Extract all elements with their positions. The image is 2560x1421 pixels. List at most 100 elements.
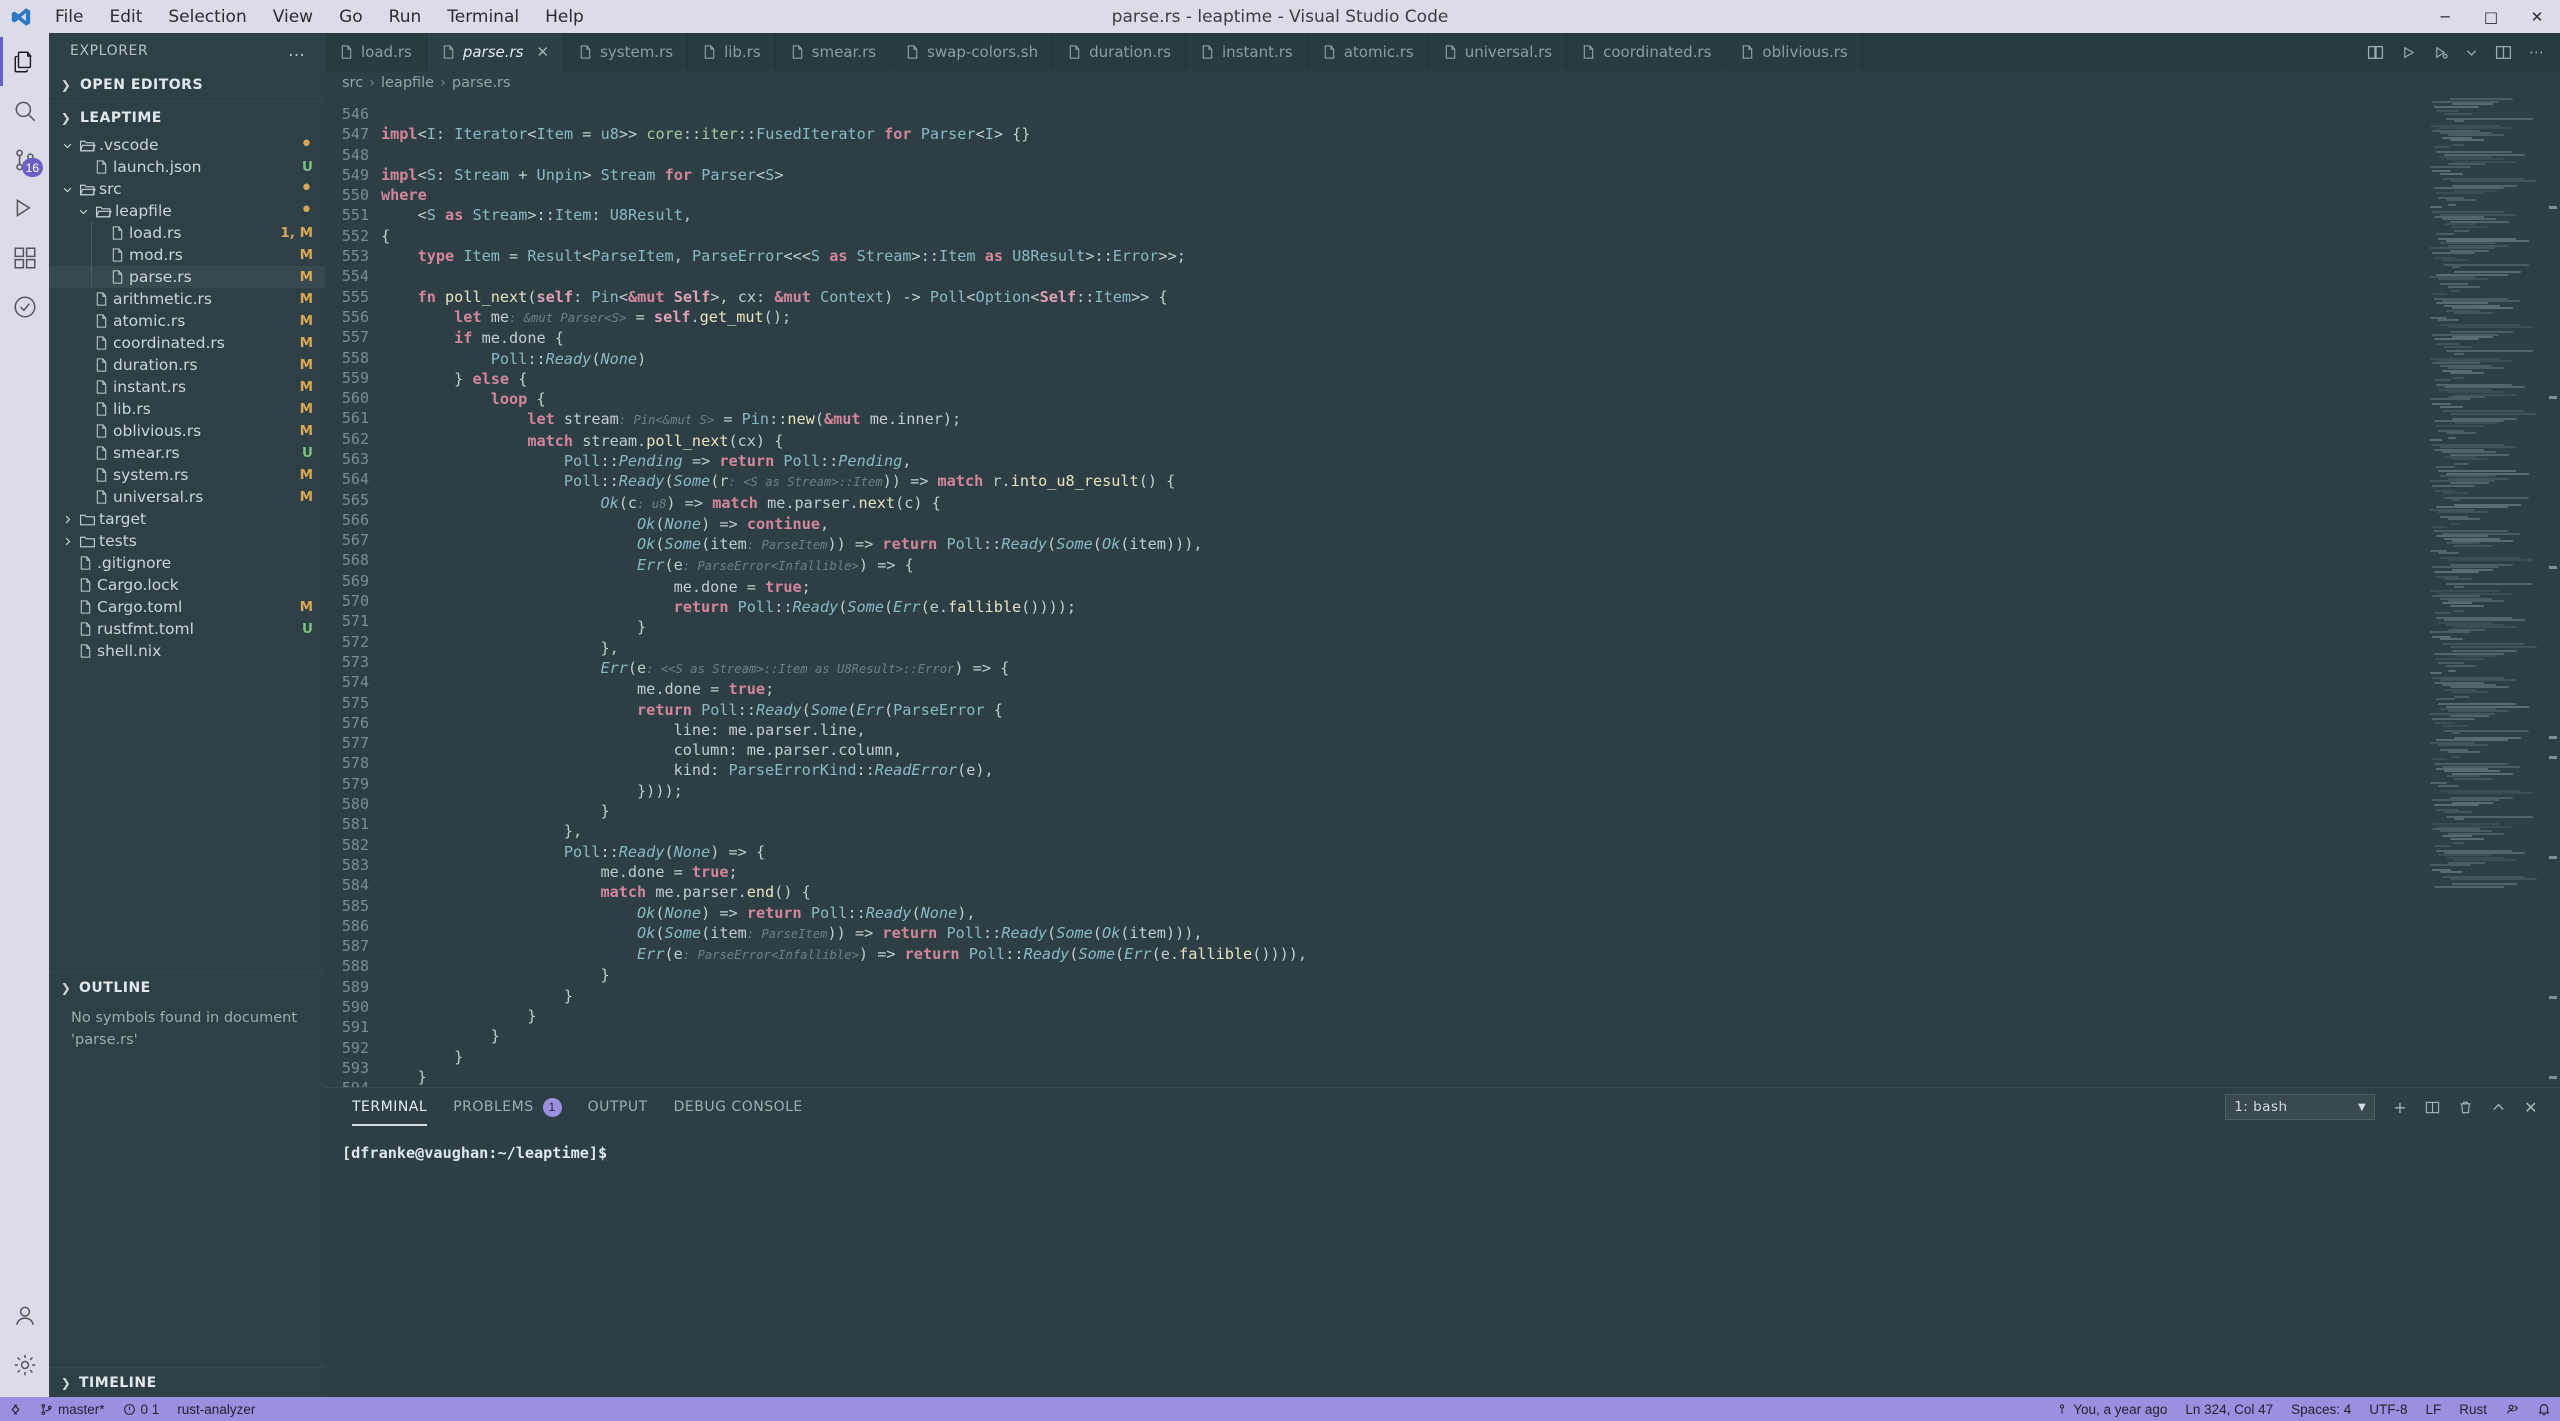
status-feedback-icon[interactable] [2496,1397,2528,1421]
status-indentation[interactable]: Spaces: 4 [2282,1397,2360,1421]
tree-item-leapfile[interactable]: leapfile • [49,200,325,222]
menu-terminal[interactable]: Terminal [434,4,532,30]
status-encoding[interactable]: UTF-8 [2360,1397,2416,1421]
window-controls[interactable]: ─ □ ✕ [2422,0,2560,33]
editor-scrollbar[interactable] [2546,96,2560,1087]
activity-accounts-icon[interactable] [0,1291,49,1340]
open-editors-section[interactable]: ❯ OPEN EDITORS [49,69,325,101]
status-eol[interactable]: LF [2416,1397,2450,1421]
tree-item-cargo-lock[interactable]: Cargo.lock [49,574,325,596]
tree-item-lib-rs[interactable]: lib.rs M [49,398,325,420]
close-button[interactable]: ✕ [2514,0,2560,33]
tree-item-instant-rs[interactable]: instant.rs M [49,376,325,398]
editor-tab-oblivious-rs[interactable]: oblivious.rs [1726,33,1863,71]
breadcrumb-item[interactable]: src [342,75,363,91]
status-remote[interactable] [0,1397,31,1421]
menu-edit[interactable]: Edit [96,4,155,30]
tree-item-launch-json[interactable]: launch.json U [49,156,325,178]
tree-item--vscode[interactable]: .vscode • [49,134,325,156]
kill-terminal-icon[interactable] [2458,1100,2473,1115]
maximize-button[interactable]: □ [2468,0,2514,33]
open-changes-icon[interactable] [2367,44,2384,61]
status-language-mode[interactable]: Rust [2450,1397,2496,1421]
tree-item-load-rs[interactable]: load.rs 1, M [49,222,325,244]
menu-help[interactable]: Help [532,4,597,30]
editor-tab-coordinated-rs[interactable]: coordinated.rs [1567,33,1727,71]
panel-tab-terminal[interactable]: TERMINAL [352,1088,428,1126]
tree-item-src[interactable]: src • [49,178,325,200]
tree-item-mod-rs[interactable]: mod.rs M [49,244,325,266]
editor-tab-swap-colors-sh[interactable]: swap-colors.sh [891,33,1054,71]
tree-item-shell-nix[interactable]: shell.nix [49,640,325,662]
activity-testing-icon[interactable] [0,282,49,331]
activity-run-debug-icon[interactable] [0,184,49,233]
more-run-actions-icon[interactable] [2465,46,2478,59]
explorer-more-actions-icon[interactable]: … [288,41,315,61]
panel-tab-output[interactable]: OUTPUT [588,1088,648,1126]
panel-actions[interactable]: 1: bash ▼ + ✕ [2225,1094,2560,1120]
tree-item-rustfmt-toml[interactable]: rustfmt.toml U [49,618,325,640]
close-panel-icon[interactable]: ✕ [2524,1098,2538,1117]
terminal-selector[interactable]: 1: bash ▼ [2225,1094,2376,1120]
editor-tab-duration-rs[interactable]: duration.rs [1053,33,1186,71]
tree-item-oblivious-rs[interactable]: oblivious.rs M [49,420,325,442]
tree-item-smear-rs[interactable]: smear.rs U [49,442,325,464]
editor-tabs[interactable]: load.rs parse.rs ✕ system.rs lib.rs smear.rs s… [325,33,2560,71]
editor-tab-lib-rs[interactable]: lib.rs [688,33,776,71]
terminal-body[interactable]: [dfranke@vaughan:~/leaptime]$ [325,1126,2560,1397]
menu-bar[interactable]: File Edit Selection View Go Run Terminal… [42,4,597,30]
editor-tab-load-rs[interactable]: load.rs [325,33,427,71]
outline-section[interactable]: ❯ OUTLINE [49,972,325,1002]
minimap[interactable] [2426,96,2546,1087]
timeline-section[interactable]: ❯ TIMELINE [49,1367,325,1397]
editor-tab-smear-rs[interactable]: smear.rs [776,33,892,71]
tree-item-universal-rs[interactable]: universal.rs M [49,486,325,508]
new-terminal-button[interactable]: + [2393,1098,2407,1117]
tree-item-parse-rs[interactable]: parse.rs M [49,266,325,288]
panel-tab-debug-console[interactable]: DEBUG CONSOLE [674,1088,803,1126]
tree-item-atomic-rs[interactable]: atomic.rs M [49,310,325,332]
menu-selection[interactable]: Selection [155,4,259,30]
breadcrumb-item[interactable]: leapfile [381,75,434,91]
breadcrumb[interactable]: src › leapfile › parse.rs [325,71,2560,96]
tree-item-target[interactable]: target [49,508,325,530]
run-debug-icon[interactable] [2433,45,2448,60]
status-notifications-bell-icon[interactable] [2528,1397,2560,1421]
split-editor-icon[interactable] [2495,44,2512,61]
activity-explorer-icon[interactable] [0,37,49,86]
status-rust-analyzer[interactable]: rust-analyzer [168,1397,264,1421]
activity-search-icon[interactable] [0,86,49,135]
editor-tab-universal-rs[interactable]: universal.rs [1429,33,1568,71]
maximize-panel-icon[interactable] [2491,1100,2506,1115]
tree-item-duration-rs[interactable]: duration.rs M [49,354,325,376]
activity-source-control-icon[interactable]: 16 [0,135,49,184]
tab-close-icon[interactable]: ✕ [537,43,550,61]
activity-extensions-icon[interactable] [0,233,49,282]
code-content[interactable]: impl<I: Iterator<Item = u8>> core::iter:… [381,96,2426,1087]
tree-item-coordinated-rs[interactable]: coordinated.rs M [49,332,325,354]
editor-toolbar[interactable]: ⋯ [2351,33,2560,71]
editor-tab-atomic-rs[interactable]: atomic.rs [1308,33,1429,71]
menu-run[interactable]: Run [376,4,435,30]
tree-item-system-rs[interactable]: system.rs M [49,464,325,486]
file-tree[interactable]: .vscode • launch.json Usrc • leapfile • load.rs… [49,133,325,972]
menu-view[interactable]: View [260,4,326,30]
tree-item-tests[interactable]: tests [49,530,325,552]
run-code-icon[interactable] [2401,45,2416,60]
breadcrumb-item[interactable]: parse.rs [452,75,511,91]
editor-tab-parse-rs[interactable]: parse.rs ✕ [426,33,565,71]
tree-item--gitignore[interactable]: .gitignore [49,552,325,574]
tree-item-arithmetic-rs[interactable]: arithmetic.rs M [49,288,325,310]
tree-item-cargo-toml[interactable]: Cargo.toml M [49,596,325,618]
split-terminal-icon[interactable] [2425,1100,2440,1115]
minimize-button[interactable]: ─ [2422,0,2468,33]
panel-tab-problems[interactable]: PROBLEMS 1 [453,1088,562,1126]
menu-go[interactable]: Go [326,4,376,30]
status-cursor-position[interactable]: Ln 324, Col 47 [2176,1397,2282,1421]
project-section[interactable]: ❯ LEAPTIME [49,101,325,133]
editor-tab-instant-rs[interactable]: instant.rs [1186,33,1308,71]
activity-settings-gear-icon[interactable] [0,1340,49,1389]
menu-file[interactable]: File [42,4,96,30]
status-git-blame[interactable]: You, a year ago [2047,1397,2176,1421]
editor-tab-system-rs[interactable]: system.rs [564,33,689,71]
